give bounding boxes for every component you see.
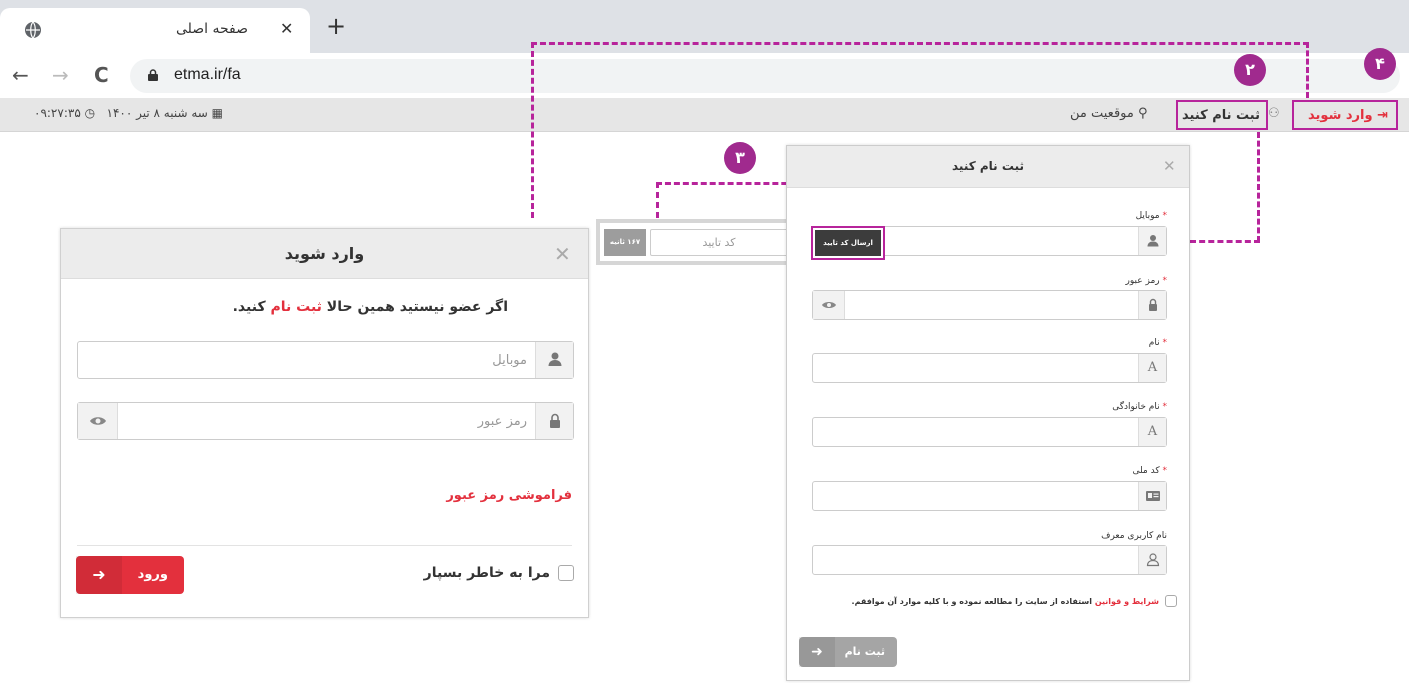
forgot-password-link[interactable]: فراموشی رمز عبور: [446, 488, 572, 503]
annotation-line: [1306, 42, 1309, 98]
mobile-input[interactable]: [80, 342, 535, 378]
tab-title: صفحه اصلی: [175, 21, 248, 37]
id-card-icon: [1138, 482, 1166, 510]
font-icon: A: [1138, 418, 1166, 446]
arrow-left-icon: ➜: [799, 637, 835, 667]
first-name-field[interactable]: A: [812, 353, 1167, 383]
field-label: نام کاربری معرف: [1101, 531, 1167, 541]
field-label: * موبایل: [1135, 211, 1167, 221]
user-icon: [1138, 227, 1166, 255]
lock-icon: [148, 69, 158, 81]
annotation-line: [1257, 132, 1260, 242]
login-modal-title: وارد شوید: [284, 244, 365, 263]
lock-icon: [1138, 291, 1166, 319]
last-name-field[interactable]: A: [812, 417, 1167, 447]
countdown-timer: ۱۶۷ ثانیه: [604, 229, 646, 256]
sign-in-icon: ⇥: [1372, 108, 1388, 123]
browser-tab-bar: صفحه اصلی ✕ +: [0, 0, 1409, 53]
address-bar: ← → C etma.ir/fa: [0, 53, 1409, 98]
user-outline-icon: [1138, 546, 1166, 574]
back-icon[interactable]: ←: [12, 63, 29, 87]
map-marker-icon: ⚲: [1133, 106, 1148, 121]
terms-agreement[interactable]: شرایط و قوانین استفاده از سایت را مطالعه…: [852, 595, 1177, 607]
login-modal: ✕ وارد شوید اگر عضو نیستید همین حالا ثبت…: [60, 228, 589, 618]
field-label: * نام خانوادگی: [1112, 402, 1167, 412]
calendar-icon: ▦: [207, 106, 223, 120]
signup-button[interactable]: ➜ ثبت نام: [799, 637, 897, 667]
terms-checkbox[interactable]: [1165, 595, 1177, 607]
step-badge-2: ۲: [1234, 54, 1266, 86]
verification-code-box: ۱۶۷ ثانیه کد تایید: [596, 219, 796, 265]
site-top-bar: ⇥ وارد شوید ⚇ ثبت نام کنید ⚲ موقعیت من ▦…: [0, 98, 1409, 132]
divider: [77, 545, 572, 546]
terms-link[interactable]: شرایط و قوانین: [1095, 597, 1159, 606]
omnibox[interactable]: etma.ir/fa: [130, 59, 1400, 93]
user-icon: ⚇: [1268, 106, 1280, 121]
forward-icon[interactable]: →: [52, 63, 69, 87]
date-time-display: ▦ سه شنبه ۸ تیر ۱۴۰۰ ◷ ۰۹:۲۷:۳۵: [34, 106, 223, 120]
mobile-field: [77, 341, 574, 379]
field-label: * نام: [1148, 338, 1167, 348]
password-input[interactable]: [120, 403, 535, 439]
globe-icon: [25, 21, 41, 39]
field-label: * کد ملی: [1132, 466, 1167, 476]
login-link[interactable]: ⇥ وارد شوید: [1292, 100, 1398, 130]
password-field[interactable]: [812, 290, 1167, 320]
user-icon: [535, 342, 573, 378]
annotation-line: [531, 42, 1309, 45]
verification-code-input[interactable]: کد تایید: [650, 229, 788, 256]
clock-icon: ◷: [84, 106, 96, 120]
annotation-line: [656, 182, 659, 218]
eye-icon[interactable]: [78, 403, 118, 439]
login-modal-header: ✕ وارد شوید: [61, 229, 588, 279]
register-modal-header: ✕ ثبت نام کنید: [787, 146, 1189, 188]
field-label: * رمز عبور: [1125, 276, 1167, 286]
font-icon: A: [1138, 354, 1166, 382]
reload-icon[interactable]: C: [94, 63, 109, 87]
remember-me[interactable]: مرا به خاطر بسپار: [424, 565, 574, 581]
register-modal-title: ثبت نام کنید: [952, 159, 1024, 173]
register-link[interactable]: ثبت نام کنید: [1176, 100, 1268, 130]
tab-close-icon[interactable]: ✕: [280, 19, 293, 38]
annotation-line: [531, 42, 534, 218]
referrer-username-field[interactable]: [812, 545, 1167, 575]
send-code-button[interactable]: ارسال کد تایید: [811, 226, 885, 260]
my-location-link[interactable]: ⚲ موقعیت من: [1070, 106, 1148, 121]
lock-icon: [535, 403, 573, 439]
browser-tab[interactable]: صفحه اصلی ✕: [0, 8, 310, 53]
login-button[interactable]: ➜ ورود: [76, 556, 184, 594]
national-code-field[interactable]: [812, 481, 1167, 511]
register-modal: ✕ ثبت نام کنید * موبایل ارسال کد تایید *…: [786, 145, 1190, 681]
step-badge-3: ۳: [724, 142, 756, 174]
annotation-line: [1190, 240, 1260, 243]
new-tab-button[interactable]: +: [326, 14, 346, 38]
signup-link[interactable]: ثبت نام: [270, 299, 321, 315]
eye-icon[interactable]: [813, 291, 845, 319]
signup-prompt: اگر عضو نیستید همین حالا ثبت نام کنید.: [232, 299, 508, 315]
remember-checkbox[interactable]: [558, 565, 574, 581]
password-field: [77, 402, 574, 440]
arrow-left-icon: ➜: [76, 556, 122, 594]
step-badge-4: ۴: [1364, 48, 1396, 80]
url-text: etma.ir/fa: [174, 66, 241, 83]
